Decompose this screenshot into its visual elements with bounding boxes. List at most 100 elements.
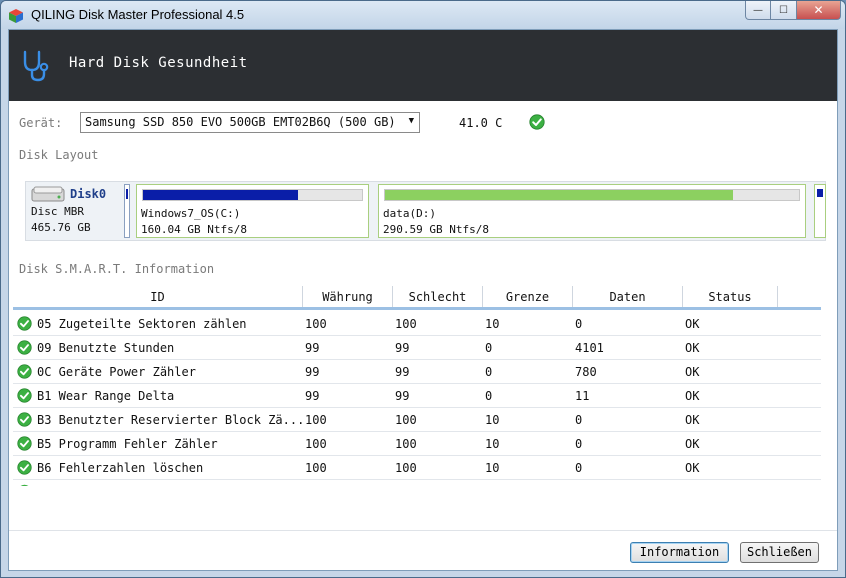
hard-disk-icon: [31, 186, 65, 202]
device-dropdown[interactable]: Samsung SSD 850 EVO 500GB EMT02B6Q (500 …: [80, 112, 420, 133]
cell-data: 11: [575, 389, 590, 403]
partition-d[interactable]: data(D:) 290.59 GB Ntfs/8: [378, 184, 806, 238]
table-row[interactable]: 0C Geräte Power Zähler 99 99 0 780 OK: [13, 360, 821, 384]
cell-id: B5 Programm Fehler Zähler: [37, 437, 218, 451]
cell-worst: 100: [395, 461, 417, 475]
reserved-partition[interactable]: [124, 184, 130, 238]
cell-status: OK: [685, 365, 700, 379]
table-row[interactable]: B6 Fehlerzahlen löschen 100 100 10 0 OK: [13, 456, 821, 480]
ok-check-icon: [20, 484, 29, 486]
minimize-button[interactable]: —: [745, 1, 771, 20]
ok-check-icon: [529, 114, 545, 130]
column-header-threshold[interactable]: Grenze: [483, 286, 573, 308]
cell-data: 4101: [575, 341, 604, 355]
stethoscope-icon: [23, 50, 49, 82]
cell-status: OK: [685, 317, 700, 331]
page-title: Hard Disk Gesundheit: [69, 55, 248, 71]
disk-name[interactable]: Disk0: [70, 187, 106, 201]
window-title: QILING Disk Master Professional 4.5: [31, 7, 245, 22]
cell-id: B6 Fehlerzahlen löschen: [37, 461, 204, 475]
cell-status: OK: [685, 341, 700, 355]
cell-id: B1 Wear Range Delta: [37, 389, 175, 403]
disk-size: 465.76 GB: [31, 221, 91, 234]
ok-check-icon: [17, 340, 32, 355]
close-window-button[interactable]: ✕: [797, 1, 841, 20]
ok-check-icon: [17, 412, 32, 427]
cell-current: 99: [305, 389, 320, 403]
partition-c[interactable]: Windows7_OS(C:) 160.04 GB Ntfs/8: [136, 184, 369, 238]
cell-current: 100: [305, 413, 327, 427]
disk-type: Disc MBR: [31, 205, 84, 218]
column-header-worst[interactable]: Schlecht: [393, 286, 483, 308]
cell-current: 99: [305, 365, 320, 379]
cell-worst: 99: [395, 389, 410, 403]
cell-worst: 99: [395, 341, 410, 355]
column-header-data[interactable]: Daten: [573, 286, 683, 308]
table-row[interactable]: B5 Programm Fehler Zähler 100 100 10 0 OK: [13, 432, 821, 456]
smart-info-label: Disk S.M.A.R.T. Information: [19, 262, 215, 276]
column-header-current[interactable]: Währung: [303, 286, 393, 308]
column-header-status[interactable]: Status: [683, 286, 778, 308]
cell-id: 0C Geräte Power Zähler: [37, 365, 196, 379]
column-header-id[interactable]: ID: [13, 286, 303, 308]
cell-data: 0: [575, 317, 583, 331]
table-row[interactable]: 05 Zugeteilte Sektoren zählen 100 100 10 0 OK: [13, 312, 821, 336]
disk-layout-panel: Disk0 Disc MBR 465.76 GB Windows7_OS(C:)…: [25, 181, 826, 241]
cell-threshold: 0: [485, 341, 493, 355]
information-button[interactable]: Information: [630, 542, 729, 563]
dialog-body: Hard Disk Gesundheit Gerät: Samsung SSD …: [8, 29, 838, 571]
temperature-value: 41.0 C: [459, 116, 503, 130]
device-dropdown-value: Samsung SSD 850 EVO 500GB EMT02B6Q (500 …: [85, 115, 396, 129]
cell-status: OK: [685, 461, 700, 475]
cell-worst: 100: [395, 317, 417, 331]
footer-divider: [9, 530, 837, 531]
small-partition[interactable]: [814, 184, 826, 238]
cell-worst: 100: [395, 437, 417, 451]
partition-usage-bar: [384, 189, 800, 201]
cell-threshold: 10: [485, 461, 500, 475]
chevron-down-icon[interactable]: ▼: [409, 116, 414, 126]
ok-check-icon: [17, 436, 32, 451]
header-banner: Hard Disk Gesundheit: [9, 30, 837, 101]
cell-data: 0: [575, 461, 583, 475]
table-row-partial: [13, 480, 821, 486]
cell-data: 0: [575, 413, 583, 427]
app-logo-icon: [9, 9, 23, 23]
partition-usage-fill: [385, 190, 733, 200]
cell-threshold: 10: [485, 413, 500, 427]
title-bar[interactable]: QILING Disk Master Professional 4.5 — ☐ …: [1, 1, 845, 29]
table-row[interactable]: B3 Benutzter Reservierter Block Zä... 100…: [13, 408, 821, 432]
partition-info: 160.04 GB Ntfs/8: [141, 223, 247, 236]
partition-usage-fill: [143, 190, 298, 200]
cell-status: OK: [685, 437, 700, 451]
cell-threshold: 10: [485, 317, 500, 331]
cell-data: 0: [575, 437, 583, 451]
cell-current: 100: [305, 437, 327, 451]
table-row[interactable]: 09 Benutzte Stunden 99 99 0 4101 OK: [13, 336, 821, 360]
cell-threshold: 0: [485, 389, 493, 403]
table-header: ID Währung Schlecht Grenze Daten Status: [13, 286, 821, 310]
maximize-button[interactable]: ☐: [771, 1, 797, 20]
cell-data: 780: [575, 365, 597, 379]
app-window: QILING Disk Master Professional 4.5 — ☐ …: [0, 0, 846, 578]
partition-name: Windows7_OS(C:): [141, 207, 241, 220]
cell-current: 100: [305, 317, 327, 331]
smart-table[interactable]: ID Währung Schlecht Grenze Daten Status …: [13, 286, 821, 486]
disk-layout-label: Disk Layout: [19, 148, 99, 162]
cell-id: 09 Benutzte Stunden: [37, 341, 175, 355]
cell-status: OK: [685, 389, 700, 403]
device-label: Gerät:: [19, 116, 63, 130]
ok-check-icon: [17, 460, 32, 475]
partition-usage-bar: [142, 189, 363, 201]
close-button[interactable]: Schließen: [740, 542, 819, 563]
cell-worst: 100: [395, 413, 417, 427]
cell-threshold: 0: [485, 365, 493, 379]
cell-id: B3 Benutzter Reservierter Block Zä...: [37, 413, 305, 427]
table-row[interactable]: B1 Wear Range Delta 99 99 0 11 OK: [13, 384, 821, 408]
cell-current: 100: [305, 461, 327, 475]
cell-worst: 99: [395, 365, 410, 379]
partition-info: 290.59 GB Ntfs/8: [383, 223, 489, 236]
ok-check-icon: [17, 364, 32, 379]
cell-id: 05 Zugeteilte Sektoren zählen: [37, 317, 247, 331]
header-underline: [13, 307, 821, 310]
